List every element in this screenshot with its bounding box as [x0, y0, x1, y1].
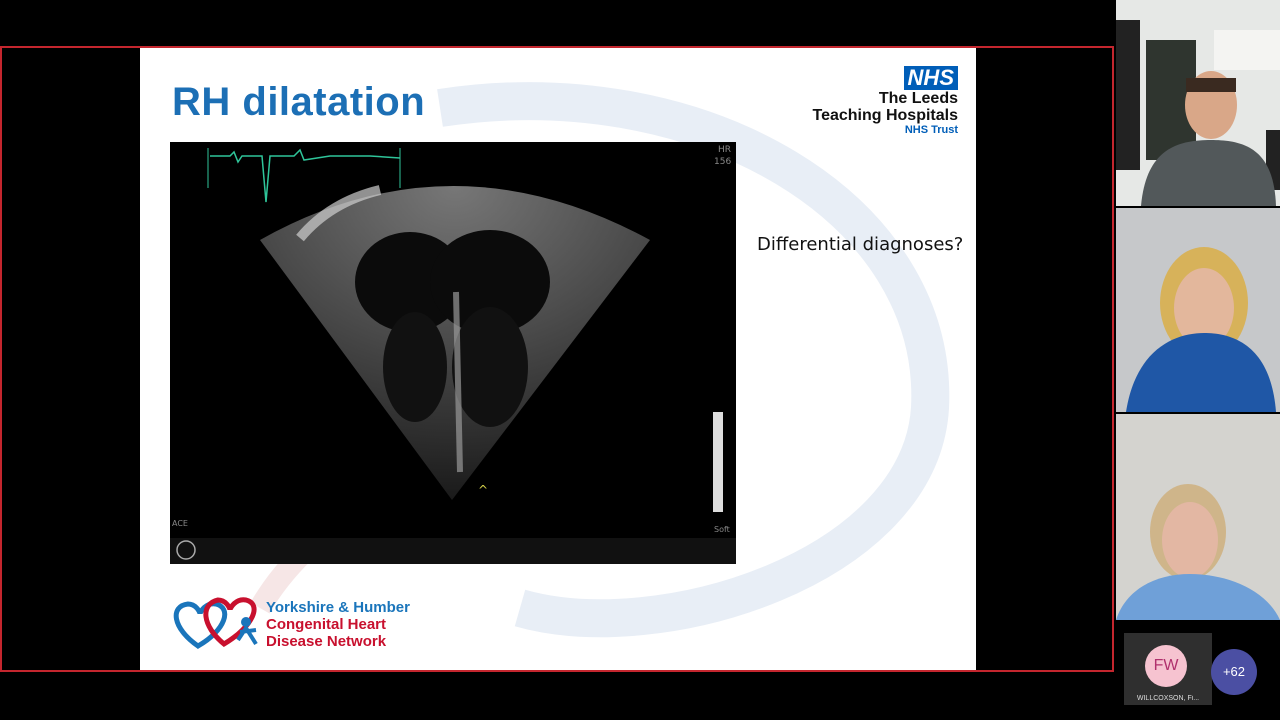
- hearts-logo-icon: [173, 597, 258, 649]
- participant-panel: FW WILLCOXSON, Fi... +62: [1116, 0, 1280, 720]
- ace-label: ACE: [172, 519, 188, 528]
- network-name-line2: Congenital Heart: [266, 615, 387, 633]
- heart-rate-label: HR: [718, 145, 731, 155]
- participant-avatar-tile[interactable]: FW WILLCOXSON, Fi...: [1124, 633, 1212, 705]
- network-name-line3: Disease Network: [266, 632, 387, 650]
- slide-title: RH dilatation: [172, 80, 426, 124]
- nhs-trust-label: NHS Trust: [904, 124, 958, 136]
- nhs-badge: NHS: [903, 66, 958, 90]
- presentation-slide: RH dilatation NHS The Leeds Teaching Hos…: [140, 48, 976, 670]
- nhs-trust-logo: NHS The Leeds Teaching Hospitals NHS Tru…: [812, 66, 958, 137]
- participant-avatar: FW: [1145, 645, 1187, 687]
- nhs-trust-name-line1: The Leeds: [878, 90, 958, 107]
- more-participants-button[interactable]: +62: [1211, 649, 1257, 695]
- participant-video-1[interactable]: [1116, 0, 1280, 206]
- nhs-trust-name-line2: Teaching Hospitals: [812, 107, 958, 124]
- soft-label: Soft: [714, 525, 730, 534]
- participant-video-2[interactable]: [1116, 208, 1280, 412]
- participant-video-3[interactable]: [1116, 414, 1280, 620]
- svg-text:^: ^: [478, 483, 488, 497]
- network-name-line1: Yorkshire & Humber: [266, 598, 410, 616]
- echocardiogram-image: ^ HR 156 ACE Soft: [170, 142, 736, 564]
- heart-rate-value: 156: [714, 157, 731, 167]
- participant-name: WILLCOXSON, Fi...: [1136, 695, 1200, 702]
- yorkshire-humber-network-logo: Yorkshire & Humber Congenital Heart Dise…: [168, 596, 410, 652]
- differential-diagnoses-question: Differential diagnoses?: [757, 234, 964, 255]
